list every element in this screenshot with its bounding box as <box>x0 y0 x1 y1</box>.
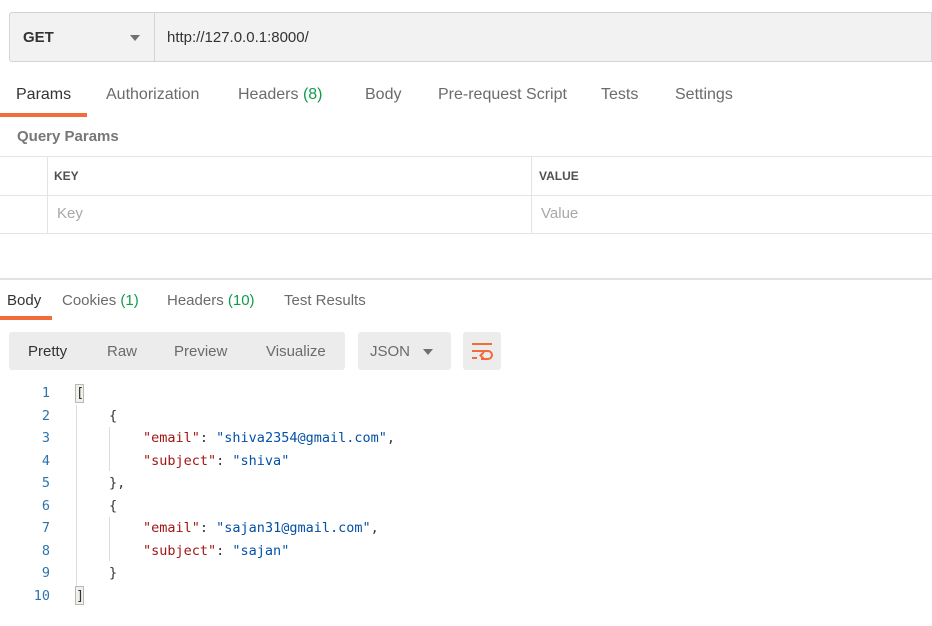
tab-settings[interactable]: Settings <box>675 86 733 104</box>
code-line: 10] <box>0 585 932 607</box>
line-number: 8 <box>41 542 50 559</box>
tab-label: Settings <box>675 86 733 103</box>
tab-body[interactable]: Body <box>365 86 401 104</box>
tab-label: Tests <box>601 86 639 103</box>
code-text: } <box>109 565 118 581</box>
value-input[interactable]: Value <box>541 205 578 222</box>
wrap-lines-icon <box>472 343 493 360</box>
line-number: 10 <box>33 587 50 604</box>
format-select[interactable]: JSON <box>358 332 451 370</box>
code-line: 6{ <box>0 495 932 517</box>
response-tabs: Body Cookies (1) Headers (10) Test Resul… <box>0 287 932 321</box>
code-text: [ <box>76 385 85 401</box>
request-bar: GET http://127.0.0.1:8000/ <box>9 12 932 62</box>
code-text: "email": "sajan31@gmail.com", <box>143 520 379 536</box>
url-input[interactable]: http://127.0.0.1:8000/ <box>154 12 932 62</box>
pane-divider[interactable] <box>0 278 932 280</box>
tab-pre-request-script[interactable]: Pre-request Script <box>438 86 567 104</box>
code-text: "subject": "sajan" <box>143 542 290 559</box>
code-text: { <box>109 407 118 424</box>
response-tab-body[interactable]: Body <box>7 292 41 309</box>
code-line: 9} <box>0 562 932 584</box>
query-params-title: Query Params <box>17 128 119 145</box>
line-number: 5 <box>41 475 50 491</box>
tab-count: (1) <box>120 292 139 309</box>
key-input[interactable]: Key <box>57 205 83 222</box>
code-line: 8 "subject": "sajan" <box>0 540 932 562</box>
tab-label: Headers <box>167 292 224 309</box>
code-line: 2{ <box>0 405 932 427</box>
wrap-lines-button[interactable] <box>463 332 501 370</box>
query-params-table: KEY VALUE Key Value <box>0 156 932 234</box>
tab-authorization[interactable]: Authorization <box>106 86 199 104</box>
view-pretty-button[interactable]: Pretty <box>28 343 67 360</box>
tab-label: Cookies <box>62 292 117 309</box>
tab-params[interactable]: Params <box>16 86 71 104</box>
code-line: 1[ <box>0 382 932 404</box>
code-line: 3 "email": "shiva2354@gmail.com", <box>0 427 932 449</box>
tab-headers[interactable]: Headers (8) <box>238 86 323 104</box>
tab-label: Test Results <box>284 292 366 309</box>
line-number: 3 <box>41 430 50 446</box>
value-column-header: VALUE <box>539 169 579 183</box>
tab-tests[interactable]: Tests <box>601 86 638 104</box>
tab-label: Headers <box>238 86 299 103</box>
view-preview-button[interactable]: Preview <box>174 343 227 360</box>
line-number: 6 <box>41 497 50 514</box>
line-number: 1 <box>41 385 50 401</box>
view-mode-group: Pretty Raw Preview Visualize <box>9 332 345 370</box>
tab-label: Authorization <box>106 86 200 103</box>
chevron-down-icon <box>423 349 433 355</box>
method-label: GET <box>23 28 54 46</box>
code-text: ] <box>76 587 85 604</box>
line-number: 7 <box>41 520 50 536</box>
tab-label: Body <box>365 86 402 103</box>
view-raw-button[interactable]: Raw <box>107 343 137 360</box>
tab-label: Body <box>7 292 42 309</box>
response-body-code[interactable]: 1[2{3 "email": "shiva2354@gmail.com", 4 "su… <box>0 382 932 618</box>
response-tab-test-results[interactable]: Test Results <box>284 292 366 309</box>
table-header-row: KEY VALUE <box>0 157 932 196</box>
code-text: "subject": "shiva" <box>143 452 290 469</box>
tab-label: Params <box>16 86 72 103</box>
url-text: http://127.0.0.1:8000/ <box>167 28 309 46</box>
tab-count: (8) <box>302 86 323 103</box>
active-tab-indicator <box>0 113 87 117</box>
line-number: 2 <box>41 407 50 424</box>
chevron-down-icon <box>130 35 140 41</box>
response-tab-headers[interactable]: Headers (10) <box>167 292 255 309</box>
code-line: 5}, <box>0 472 932 494</box>
code-text: }, <box>109 475 126 491</box>
code-text: "email": "shiva2354@gmail.com", <box>143 430 395 446</box>
code-line: 4 "subject": "shiva" <box>0 450 932 472</box>
column-divider <box>531 157 532 234</box>
code-text: { <box>109 497 118 514</box>
code-line: 7 "email": "sajan31@gmail.com", <box>0 517 932 539</box>
tab-count: (10) <box>227 292 255 309</box>
line-number: 9 <box>41 565 50 581</box>
active-tab-indicator <box>0 316 52 320</box>
line-number: 4 <box>41 452 50 469</box>
column-divider <box>47 157 48 234</box>
format-label: JSON <box>370 343 411 360</box>
request-tabs: Params Authorization Headers (8) Body Pr… <box>0 80 932 117</box>
tab-label: Pre-request Script <box>438 86 567 103</box>
response-tab-cookies[interactable]: Cookies (1) <box>62 292 139 309</box>
method-select[interactable]: GET <box>9 12 154 62</box>
key-column-header: KEY <box>54 169 79 183</box>
view-visualize-button[interactable]: Visualize <box>266 343 326 360</box>
table-row: Key Value <box>0 195 932 234</box>
